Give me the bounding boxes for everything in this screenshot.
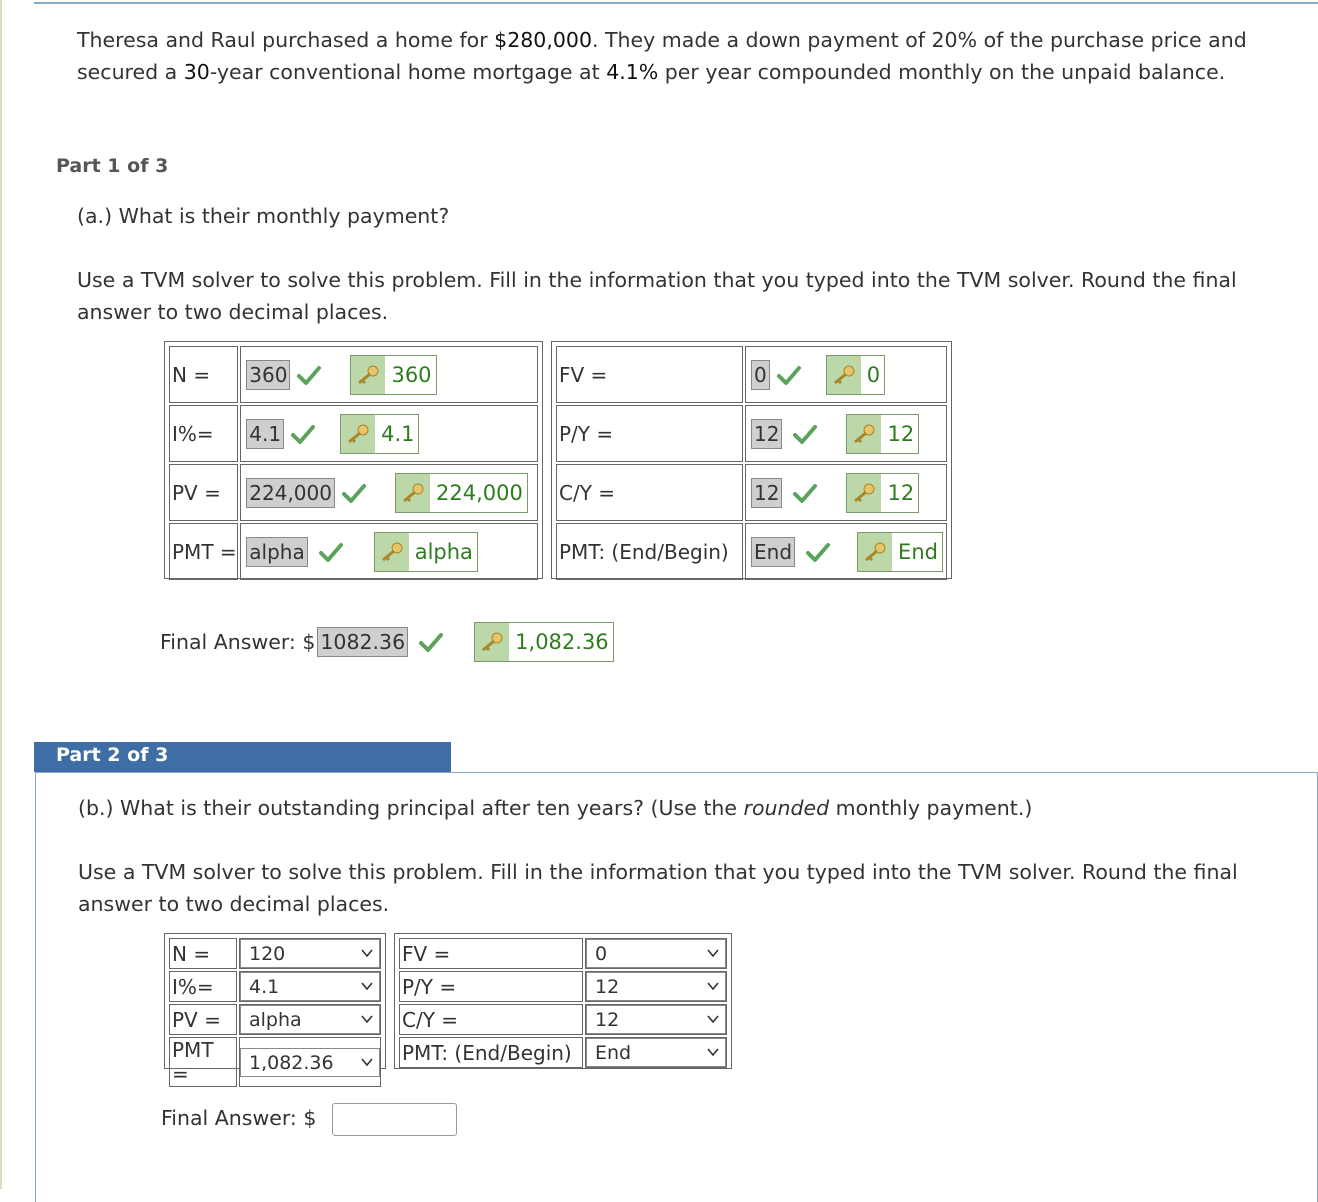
tvm-row-pmt: PMT = alpha alpha [169, 523, 538, 580]
chevron-down-icon [361, 949, 373, 958]
key-icon [826, 355, 861, 394]
tvm-label: P/Y = [556, 405, 744, 462]
tvm-label: N = [169, 938, 237, 969]
answer-value: 0 [751, 359, 770, 390]
part-1-final-answer: Final Answer: $ 1082.36 1,082.36 [160, 622, 614, 662]
cy-select[interactable]: 12 [586, 1005, 726, 1034]
checkmark-icon [793, 424, 818, 444]
part-2-header: Part 2 of 3 [34, 742, 451, 772]
answer-value: 4.1 [246, 418, 285, 449]
part-2-instructions: Use a TVM solver to solve this problem. … [78, 860, 1238, 916]
correct-answer-key[interactable]: 12 [846, 413, 920, 454]
part-1-instructions: Use a TVM solver to solve this problem. … [77, 268, 1237, 324]
part-2-question: (b.) What is their outstanding principal… [78, 796, 1033, 820]
checkmark-icon [776, 365, 801, 385]
tvm-table-right: FV = 0 0 P/Y = 12 12 C/Y = 12 12 PMT: (E… [551, 341, 952, 580]
chevron-down-icon [707, 1048, 719, 1057]
answer-value: End [751, 536, 796, 567]
correct-answer-key[interactable]: 12 [846, 472, 920, 513]
tvm-label: PMT: (End/Begin) [556, 523, 744, 580]
chevron-down-icon [361, 1015, 373, 1024]
tvm-row-fv: FV = 0 0 [556, 346, 947, 403]
chevron-down-icon [361, 982, 373, 991]
final-answer-label: Final Answer: $ [160, 630, 316, 654]
tvm-table-left: N = 360 360 I%= 4.1 4.1 PV = 224,000 224… [164, 341, 543, 580]
part-2-final-answer-label: Final Answer: $ [161, 1106, 317, 1130]
py-select[interactable]: 12 [586, 972, 726, 1001]
tvm-label: FV = [556, 346, 744, 403]
correct-answer-key[interactable]: End [857, 531, 943, 572]
fv-select[interactable]: 0 [586, 939, 726, 968]
i-select[interactable]: 4.1 [240, 972, 380, 1001]
key-icon [475, 623, 510, 661]
tvm-row-py: P/Y = 12 12 [556, 405, 947, 462]
chevron-down-icon [707, 982, 719, 991]
correct-answer-key[interactable]: alpha [373, 531, 478, 572]
correct-answer-key[interactable]: 4.1 [340, 413, 420, 454]
tvm-label: PMT = [169, 523, 239, 580]
correct-answer-key[interactable]: 224,000 [394, 472, 528, 513]
part-1-question: (a.) What is their monthly payment? [77, 204, 450, 228]
pmt-select[interactable]: 1,082.36 [240, 1047, 380, 1077]
tvm-label: C/Y = [399, 1004, 583, 1035]
tvm-row-n: N = 360 360 [169, 346, 538, 403]
checkmark-icon [806, 542, 831, 562]
chevron-down-icon [707, 949, 719, 958]
tvm-row-i: I%= 4.1 4.1 [169, 405, 538, 462]
tvm-label: N = [169, 346, 239, 403]
answer-value: alpha [246, 536, 308, 567]
tvm-label: I%= [169, 405, 239, 462]
tvm-label: PV = [169, 1004, 237, 1035]
tvm-label: PV = [169, 464, 239, 521]
correct-answer-key[interactable]: 360 [350, 354, 437, 395]
checkmark-icon [419, 633, 444, 652]
checkmark-icon [291, 424, 316, 444]
key-icon [847, 473, 882, 512]
tvm-input-table-right: FV = 0 P/Y = 12 C/Y = 12 PMT: (End/Begin… [394, 933, 732, 1069]
final-answer-value: 1082.36 [317, 627, 409, 657]
tvm-row-cy: C/Y = 12 12 [556, 464, 947, 521]
correct-answer-key[interactable]: 1,082.36 [474, 622, 614, 662]
checkmark-icon [318, 542, 343, 562]
answer-value: 360 [246, 359, 291, 390]
tvm-label: PMT = [169, 1037, 237, 1087]
tvm-input-table-left: N = 120 I%= 4.1 PV = alpha PMT = 1,082.3… [164, 933, 386, 1087]
tvm-row-pmt-mode: PMT: (End/Begin) End End [556, 523, 947, 580]
part-1-label: Part 1 of 3 [56, 155, 169, 177]
tvm-label: I%= [169, 971, 237, 1002]
checkmark-icon [793, 483, 818, 503]
correct-answer-key[interactable]: 0 [825, 354, 886, 395]
key-icon [374, 532, 409, 571]
tvm-label: FV = [399, 938, 583, 969]
tvm-label: P/Y = [399, 971, 583, 1002]
tvm-label: C/Y = [556, 464, 744, 521]
key-icon [351, 355, 386, 394]
key-icon [341, 414, 376, 453]
key-icon [395, 473, 430, 512]
answer-value: 224,000 [246, 477, 335, 508]
answer-value: 12 [751, 418, 783, 449]
problem-statement: Theresa and Raul purchased a home for $2… [77, 28, 1247, 84]
answer-value: 12 [751, 477, 783, 508]
top-border [34, 2, 1318, 4]
chevron-down-icon [707, 1015, 719, 1024]
checkmark-icon [297, 365, 322, 385]
tvm-row-pv: PV = 224,000 224,000 [169, 464, 538, 521]
left-border [0, 0, 2, 1189]
checkmark-icon [341, 483, 366, 503]
pv-select[interactable]: alpha [240, 1005, 380, 1034]
key-icon [847, 414, 882, 453]
n-select[interactable]: 120 [240, 939, 380, 968]
key-icon [858, 532, 893, 571]
tvm-label: PMT: (End/Begin) [399, 1037, 583, 1068]
pmt-mode-select[interactable]: End [586, 1038, 726, 1067]
part-2-label: Part 2 of 3 [56, 744, 169, 766]
final-answer-input[interactable] [332, 1103, 457, 1136]
chevron-down-icon [361, 1057, 373, 1066]
